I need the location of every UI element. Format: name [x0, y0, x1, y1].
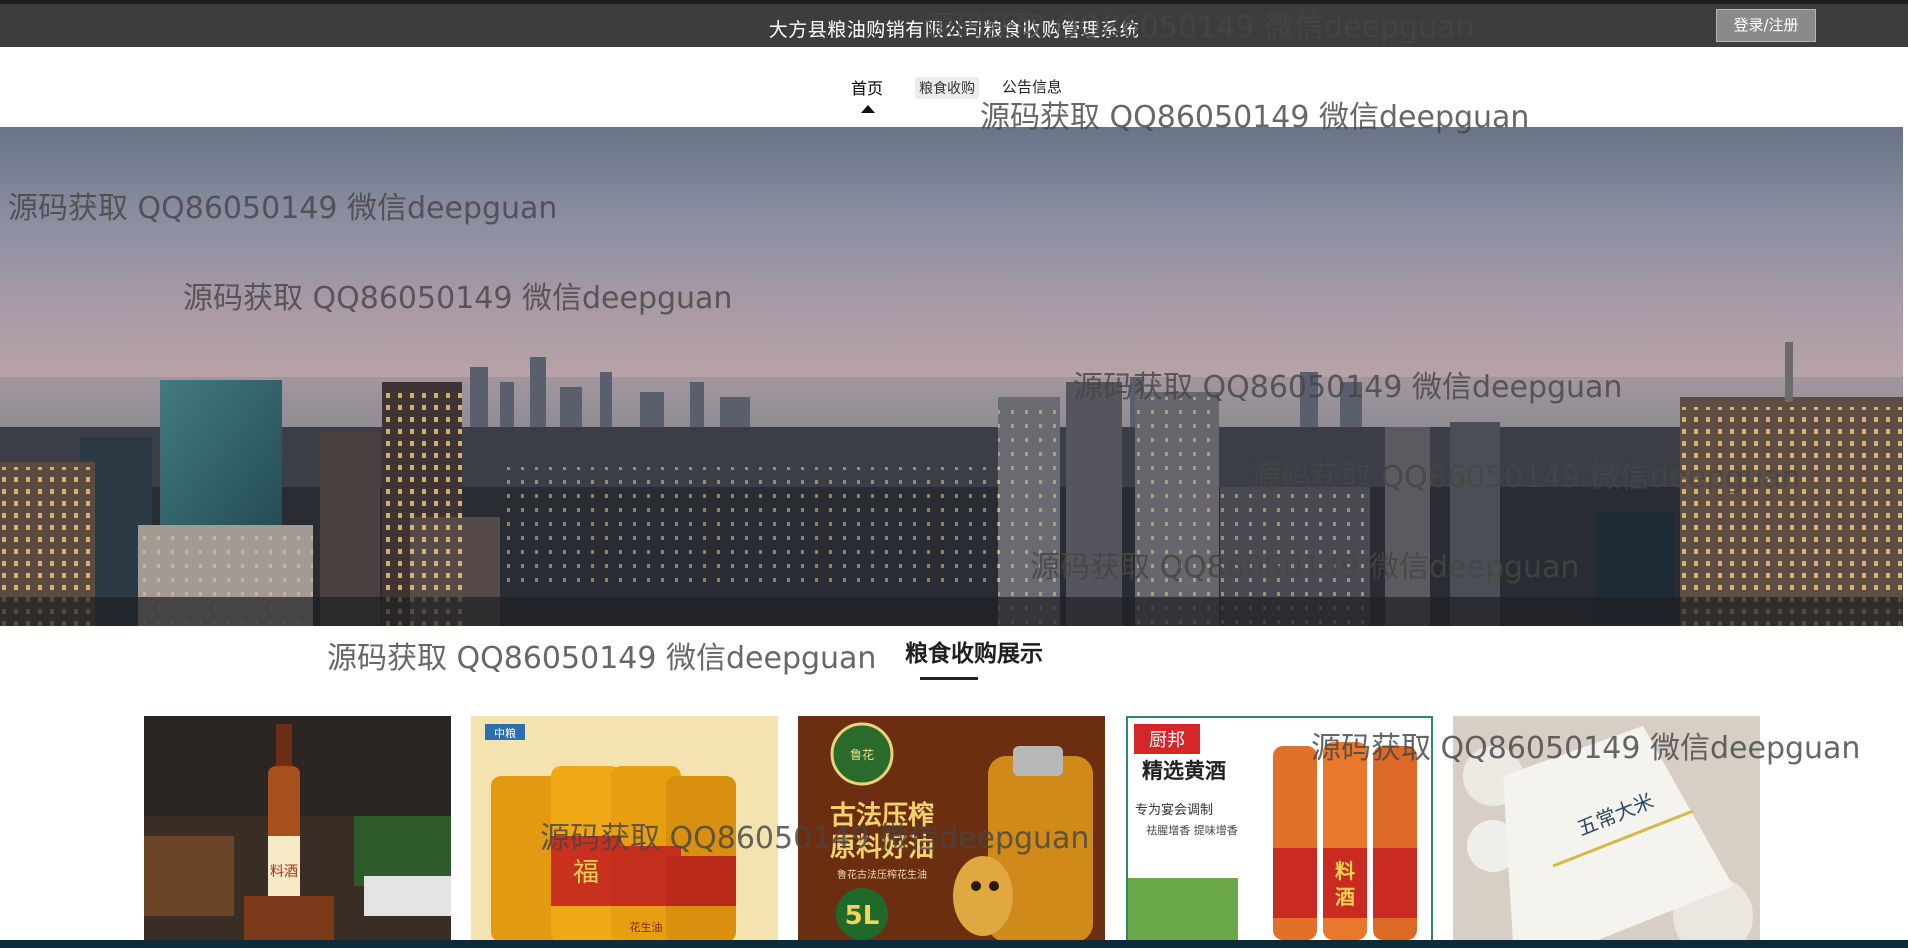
nav-item-notices[interactable]: 公告信息	[1002, 76, 1062, 97]
product-line-2: 祛腥增香 提味增香	[1146, 823, 1238, 837]
product-card-pressed-oil[interactable]: 鲁花 古法压榨 原料好油 鲁花古法压榨花生油 5L	[798, 716, 1105, 942]
site-title: 大方县粮油购销有限公司粮食收购管理系统	[768, 19, 1140, 41]
top-bar: 大方县粮油购销有限公司粮食收购管理系统 登录/注册	[0, 4, 1908, 47]
page: 大方县粮油购销有限公司粮食收购管理系统 登录/注册 首页 粮食收购 公告信息 粮…	[0, 0, 1908, 948]
login-register-button[interactable]: 登录/注册	[1716, 9, 1816, 42]
product-image: 中粮 福 花生油	[471, 716, 778, 942]
brand-text: 厨邦	[1149, 730, 1185, 751]
product-label-text: 料酒	[270, 864, 298, 880]
product-card-rice[interactable]: 五常大米	[1453, 716, 1760, 942]
product-title: 精选黄酒	[1142, 759, 1226, 783]
product-image: 厨邦 精选黄酒 专为宴会调制 祛腥增香 提味增香 料 酒	[1128, 718, 1431, 940]
product-subline: 鲁花古法压榨花生油	[837, 868, 927, 881]
product-headline-2: 原料好油	[830, 833, 934, 863]
section-underline	[920, 677, 978, 680]
section-title: 粮食收购展示	[905, 641, 1043, 667]
badge-text-1: 料	[1335, 859, 1355, 883]
product-image: 五常大米	[1453, 716, 1760, 942]
product-card-cooking-wine[interactable]: 料酒	[144, 716, 451, 942]
product-image: 料酒	[144, 716, 451, 942]
hero-banner	[0, 127, 1903, 626]
brand-text: 鲁花	[850, 747, 874, 762]
taskbar-strip	[0, 940, 1908, 948]
nav-item-grain-purchase[interactable]: 粮食收购	[915, 77, 979, 99]
volume-badge: 5L	[845, 901, 880, 931]
badge-text-2: 酒	[1335, 885, 1355, 909]
product-card-yellow-wine[interactable]: 厨邦 精选黄酒 专为宴会调制 祛腥增香 提味增香 料 酒	[1126, 716, 1433, 942]
main-nav: 首页 粮食收购 公告信息	[0, 47, 1908, 127]
city-skyline-image	[0, 342, 1903, 626]
product-label-text: 福	[573, 858, 599, 888]
product-sub-text: 花生油	[630, 920, 663, 934]
product-image: 鲁花 古法压榨 原料好油 鲁花古法压榨花生油 5L	[798, 716, 1105, 942]
product-card-peanut-oil[interactable]: 中粮 福 花生油	[471, 716, 778, 942]
brand-text: 中粮	[494, 726, 516, 740]
nav-item-home[interactable]: 首页	[851, 75, 883, 99]
product-line-1: 专为宴会调制	[1135, 802, 1213, 818]
product-headline-1: 古法压榨	[830, 800, 934, 831]
page-edge	[1903, 127, 1908, 626]
active-caret-icon	[861, 105, 875, 113]
